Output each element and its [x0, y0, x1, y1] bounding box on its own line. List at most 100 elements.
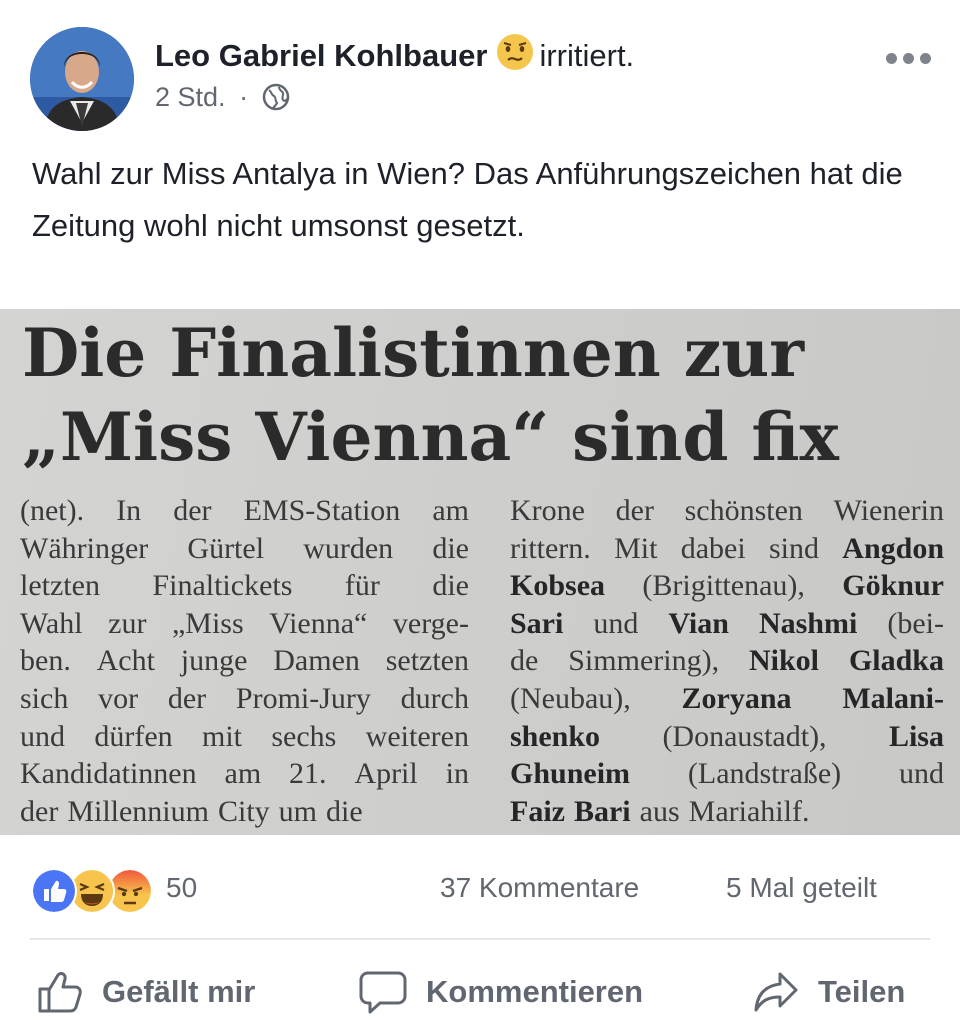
author-line: Leo Gabriel Kohlbauer irritiert. — [155, 32, 634, 80]
clipping-word: (Brigittenau), — [642, 569, 805, 603]
clipping-word: die — [326, 794, 363, 828]
clipping-word: weiteren — [365, 719, 469, 753]
like-label: Gefällt mir — [102, 974, 256, 1009]
clipping-text-line: Währinger Gürtel wurden die — [20, 530, 469, 568]
more-options-button[interactable] — [884, 48, 934, 70]
clipping-name-word: Nikol — [749, 644, 820, 678]
clipping-name-word: Bari — [573, 794, 631, 828]
clipping-word: um — [278, 794, 318, 828]
clipping-word: Mit — [614, 531, 658, 565]
clipping-word: EMS-Station — [243, 494, 401, 527]
clipping-word: Wienerin — [833, 494, 944, 527]
clipping-word: zur — [108, 606, 147, 640]
clipping-word: und — [593, 606, 639, 640]
like-button[interactable]: Gefällt mir — [36, 968, 255, 1016]
clipping-word: am — [432, 494, 469, 527]
clipping-word: de — [510, 644, 539, 678]
clipping-word: verge- — [392, 606, 469, 640]
clipping-word: (net). — [20, 494, 85, 527]
post-header: Leo Gabriel Kohlbauer irritiert. 2 Std. … — [0, 0, 960, 140]
clipping-name-word: Lisa — [888, 719, 944, 753]
clipping-word: für — [344, 569, 380, 603]
clipping-headline-line: „Miss Vienna“ sind fix — [22, 398, 839, 476]
reaction-count[interactable]: 50 — [166, 872, 197, 904]
clipping-word: durch — [400, 681, 469, 715]
clipping-name-word: Angdon — [842, 531, 944, 565]
clipping-text-line: de Simmering), Nikol Gladka — [510, 642, 944, 680]
thumbs-up-icon — [38, 972, 82, 1013]
clipping-text-line: shenko (Donaustadt), Lisa — [510, 718, 944, 756]
clipping-word: Krone — [510, 494, 585, 527]
divider — [30, 938, 930, 940]
comment-bubble-icon — [359, 971, 407, 1014]
clipping-text-line: (net). In der EMS-Station am — [20, 492, 469, 530]
clipping-headline-line: Die Finalistinnen zur — [22, 314, 804, 392]
clipping-text-line: (Neubau), Zoryana Malani- — [510, 680, 944, 718]
clipping-name-word: Vian — [668, 606, 729, 640]
clipping-word: in — [445, 757, 469, 791]
clipping-text-line: ben. Acht junge Damen setzten — [20, 642, 469, 680]
clipping-name-word: Kobsea — [510, 569, 606, 603]
clipping-word: „Miss — [171, 606, 244, 640]
clipping-name-word: Nashmi — [758, 606, 858, 640]
like-icon — [31, 868, 77, 914]
clipping-word: City — [217, 794, 270, 828]
clipping-word: In — [116, 494, 142, 527]
clipping-name-word: Sari — [510, 606, 564, 640]
clipping-word: (Landstraße) — [687, 757, 842, 791]
action-bar: Gefällt mir Kommentieren Teilen — [0, 950, 960, 1029]
clipping-name-word: Ghuneim — [510, 757, 631, 791]
clipping-text-line: Ghuneim (Landstraße) und — [510, 755, 944, 793]
comment-label: Kommentieren — [426, 974, 644, 1009]
clipping-text-line: sich vor der Promi-Jury durch — [20, 680, 469, 718]
clipping-word: sich — [20, 681, 69, 715]
clipping-word: dabei — [680, 531, 746, 565]
clipping-word: rittern. — [510, 531, 591, 565]
clipping-word: April — [354, 757, 418, 791]
share-button[interactable]: Teilen — [752, 968, 905, 1016]
clipping-word: mit — [201, 719, 242, 753]
clipping-word: die — [432, 531, 469, 565]
newspaper-clipping-image[interactable]: Die Finalistinnen zur „Miss Vienna“ sind… — [0, 309, 960, 835]
clipping-word: die — [432, 569, 469, 603]
clipping-word: ben. — [20, 644, 71, 678]
clipping-text-line: Sari und Vian Nashmi (bei- — [510, 605, 944, 643]
clipping-word: vor — [98, 681, 139, 715]
clipping-word: Simmering), — [568, 644, 720, 678]
globe-icon[interactable] — [262, 83, 290, 118]
more-dot-icon — [920, 53, 931, 64]
share-label: Teilen — [818, 974, 906, 1009]
clipping-word: Promi-Jury — [235, 681, 371, 715]
author-name[interactable]: Leo Gabriel Kohlbauer — [155, 38, 487, 73]
clipping-word: (Neubau), — [510, 681, 631, 715]
clipping-text-line: Krone der schönsten Wienerin — [510, 492, 944, 530]
clipping-word: Gürtel — [187, 531, 265, 565]
clipping-word: Wahl — [20, 606, 83, 640]
clipping-word: am — [224, 757, 262, 791]
clipping-word: Finaltickets — [152, 569, 293, 603]
clipping-name-word: Gladka — [848, 644, 944, 678]
clipping-word: 21. — [289, 757, 327, 791]
clipping-name-word: shenko — [510, 719, 601, 753]
clipping-name-word: Göknur — [842, 569, 944, 603]
clipping-word: aus — [639, 794, 680, 828]
clipping-word: und — [898, 757, 944, 791]
clipping-name-word: Malani- — [842, 681, 944, 715]
post-timestamp[interactable]: 2 Std. — [155, 82, 226, 112]
clipping-column-right: Krone der schönsten Wienerin rittern. Mit dabe… — [510, 492, 944, 830]
comment-button[interactable]: Kommentieren — [358, 968, 643, 1016]
shares-count[interactable]: 5 Mal geteilt — [726, 872, 877, 904]
clipping-word: junge — [180, 644, 248, 678]
share-arrow-icon — [754, 972, 798, 1012]
clipping-word: der — [167, 681, 207, 715]
avatar[interactable] — [30, 27, 134, 131]
clipping-name-word: Zoryana — [681, 681, 792, 715]
meta-separator: · — [239, 82, 249, 112]
clipping-word: Acht — [96, 644, 155, 678]
feeling-label: irritiert. — [539, 38, 635, 73]
clipping-text-line: letzten Finaltickets für die — [20, 567, 469, 605]
clipping-text-line: rittern. Mit dabei sind Angdon — [510, 530, 944, 568]
comments-count[interactable]: 37 Kommentare — [440, 872, 639, 904]
clipping-word: (Donaustadt), — [662, 719, 827, 753]
irritated-emoji-icon — [495, 32, 535, 80]
